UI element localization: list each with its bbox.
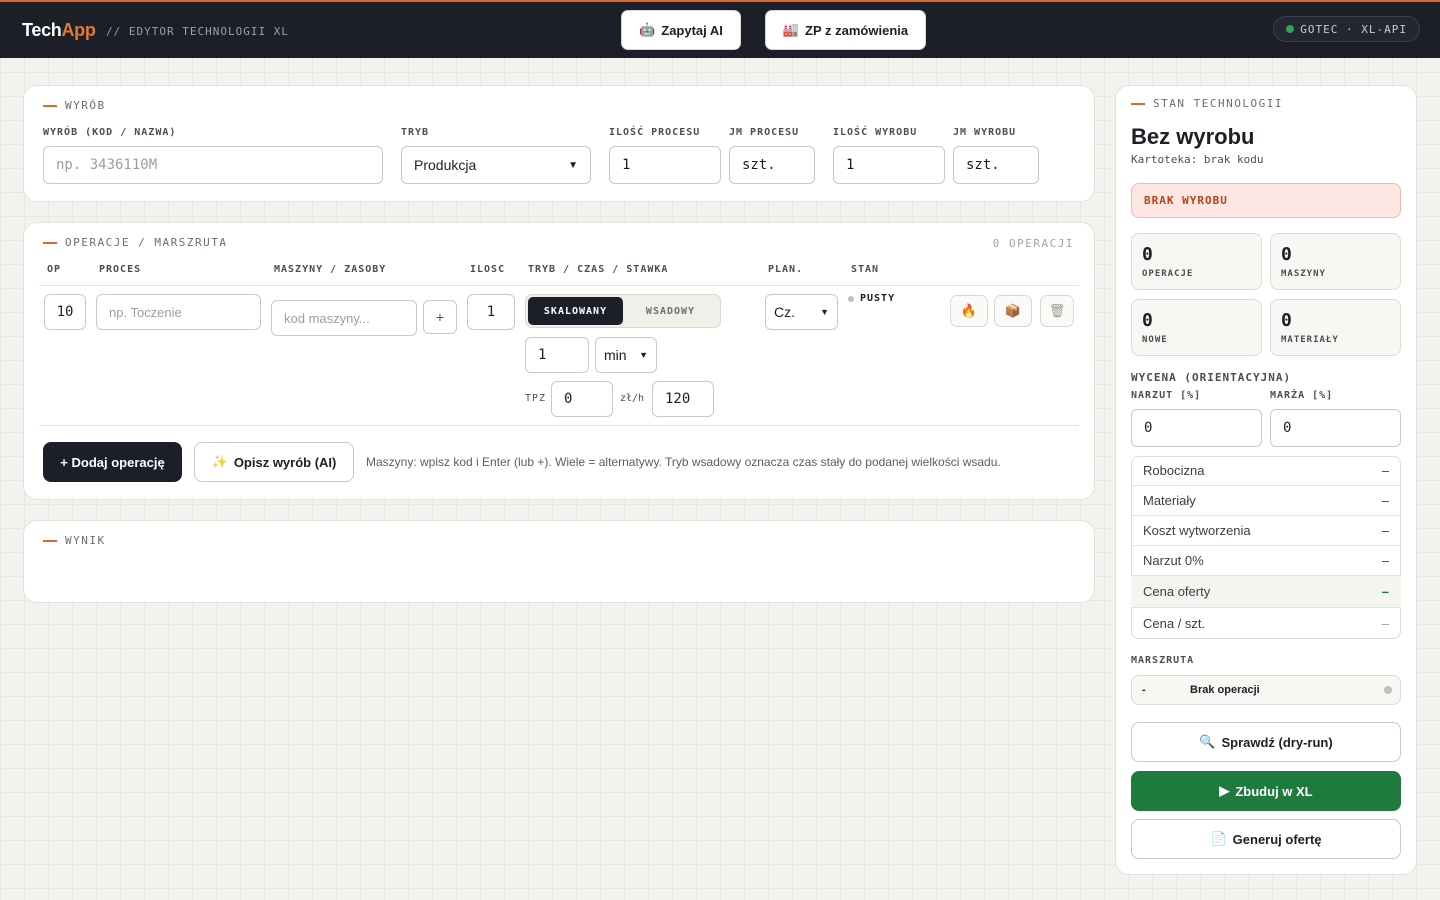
product-unit-input[interactable]: szt. [953, 146, 1039, 184]
cost-row-offer-price: Cena oferty – [1131, 576, 1401, 608]
result-card [23, 520, 1095, 603]
product-qty-input[interactable]: 1 [833, 146, 945, 184]
op-state: PUSTY [848, 293, 895, 304]
route-box: - Brak operacji [1131, 675, 1401, 705]
zp-from-order-button[interactable]: 🏭 ZP z zamówienia [765, 10, 926, 50]
fire-icon[interactable]: 🔥 [950, 295, 988, 327]
plan-select[interactable]: Cz. ▼ [765, 294, 838, 330]
mode-scaled-button[interactable]: SKALOWANY [528, 297, 623, 325]
stat-machines: 0 MASZYNY [1270, 233, 1401, 290]
product-code-input[interactable]: np. 3436110M [43, 146, 383, 184]
pricing-title: WYCENA (ORIENTACYJNA) [1131, 371, 1292, 384]
mode-batch-button[interactable]: WSADOWY [623, 297, 718, 325]
card-info: Kartoteka: brak kodu [1131, 153, 1264, 166]
process-unit-label: JM PROCESU [729, 127, 800, 138]
dry-run-button[interactable]: 🔍 Sprawdź (dry-run) [1131, 722, 1401, 762]
product-code-label: WYRÓB (KOD / NAZWA) [43, 127, 177, 138]
add-operation-button[interactable]: + Dodaj operację [43, 442, 182, 482]
operations-count: 0 OPERACJI [992, 237, 1074, 250]
sparkles-icon: ✨ [211, 454, 228, 469]
markup-input[interactable]: 0 [1131, 409, 1262, 447]
process-unit-input[interactable]: szt. [729, 146, 815, 184]
product-title: Bez wyrobu [1131, 124, 1255, 149]
mode-label: TRYB [401, 127, 430, 138]
mode-toggle: SKALOWANY WSADOWY [525, 294, 721, 328]
machines-hint: Maszyny: wpisz kod i Enter (lub +). Wiel… [366, 455, 1001, 469]
col-state: STAN [851, 264, 880, 275]
process-qty-input[interactable]: 1 [609, 146, 721, 184]
header-divider [39, 285, 1079, 286]
mode-select[interactable]: Produkcja ▼ [401, 146, 591, 184]
route-dot-icon [1384, 686, 1392, 694]
route-empty: Brak operacji [1190, 684, 1260, 696]
trash-icon[interactable]: 🗑 [1040, 295, 1074, 327]
no-product-alert: BRAK WYROBU [1131, 183, 1401, 218]
operations-section-title: OPERACJE / MARSZRUTA [43, 236, 227, 249]
col-process: PROCES [99, 264, 142, 275]
product-card [23, 85, 1095, 202]
chevron-down-icon: ▼ [820, 307, 829, 317]
chevron-down-icon: ▼ [639, 350, 648, 360]
cost-row-materials: Materiały – [1131, 486, 1401, 516]
tpz-input[interactable]: 0 [551, 381, 613, 417]
describe-product-ai-button[interactable]: ✨ Opisz wyrób (AI) [194, 442, 354, 482]
robot-icon: 🤖 [639, 22, 656, 37]
chevron-down-icon: ▼ [568, 159, 578, 171]
ask-ai-button[interactable]: 🤖 Zapytaj AI [621, 10, 741, 50]
col-mode-time-rate: TRYB / CZAS / STAWKA [528, 264, 669, 275]
factory-icon: 🏭 [782, 22, 800, 37]
stat-operations: 0 OPERACJE [1131, 233, 1262, 290]
app-subtitle: // EDYTOR TECHNOLOGII XL [106, 25, 289, 38]
build-in-xl-button[interactable]: ▶ Zbuduj w XL [1131, 771, 1401, 811]
tech-state-title: STAN TECHNOLOGII [1131, 97, 1283, 110]
col-qty: ILOSC [470, 264, 506, 275]
margin-input[interactable]: 0 [1270, 409, 1401, 447]
magnifier-icon: 🔍 [1199, 734, 1216, 749]
time-unit-select[interactable]: min ▼ [595, 337, 657, 373]
product-section-title: WYRÓB [43, 99, 106, 112]
result-section-title: WYNIK [43, 534, 106, 547]
stat-new: 0 NOWE [1131, 299, 1262, 356]
route-dash: - [1142, 684, 1146, 696]
col-op: OP [47, 264, 62, 275]
cost-row-unit-price: Cena / szt. – [1143, 616, 1389, 631]
op-number-input[interactable]: 10 [44, 294, 86, 330]
product-unit-label: JM WYROBU [953, 127, 1017, 138]
cost-row-labor: Robocizna – [1131, 456, 1401, 486]
route-title: MARSZRUTA [1131, 655, 1195, 666]
product-qty-label: ILOŚĆ WYROBU [833, 127, 918, 138]
cost-row-production: Koszt wytworzenia – [1131, 516, 1401, 546]
stat-materials: 0 MATERIAŁY [1270, 299, 1401, 356]
margin-label: MARŻA [%] [1270, 390, 1334, 401]
generate-offer-button[interactable]: 📄 Generuj ofertę [1131, 819, 1401, 859]
add-machine-button[interactable]: + [423, 300, 457, 334]
connection-status: GOTEC · XL-API [1273, 16, 1420, 42]
state-dot-icon [848, 295, 854, 302]
top-bar: TechApp // EDYTOR TECHNOLOGII XL 🤖 Zapyta… [0, 0, 1440, 58]
time-input[interactable]: 1 [525, 337, 589, 373]
col-machines: MASZYNY / ZASOBY [274, 264, 387, 275]
package-icon[interactable]: 📦 [994, 295, 1032, 327]
row-divider [39, 425, 1079, 426]
machine-input[interactable]: kod maszyny... [271, 300, 417, 336]
document-icon: 📄 [1210, 831, 1227, 846]
rate-label: zł/h [620, 393, 645, 404]
op-qty-input[interactable]: 1 [467, 294, 515, 330]
cost-row-markup: Narzut 0% – [1131, 546, 1401, 576]
rate-input[interactable]: 120 [652, 381, 714, 417]
process-input[interactable]: np. Toczenie [96, 294, 261, 330]
process-qty-label: ILOŚĆ PROCESU [609, 127, 701, 138]
tpz-label: TPZ [525, 393, 547, 404]
app-logo: TechApp [22, 20, 96, 40]
col-plan: PLAN. [768, 264, 804, 275]
status-dot-icon [1286, 25, 1295, 33]
markup-label: NARZUT [%] [1131, 390, 1202, 401]
play-icon: ▶ [1219, 783, 1230, 798]
